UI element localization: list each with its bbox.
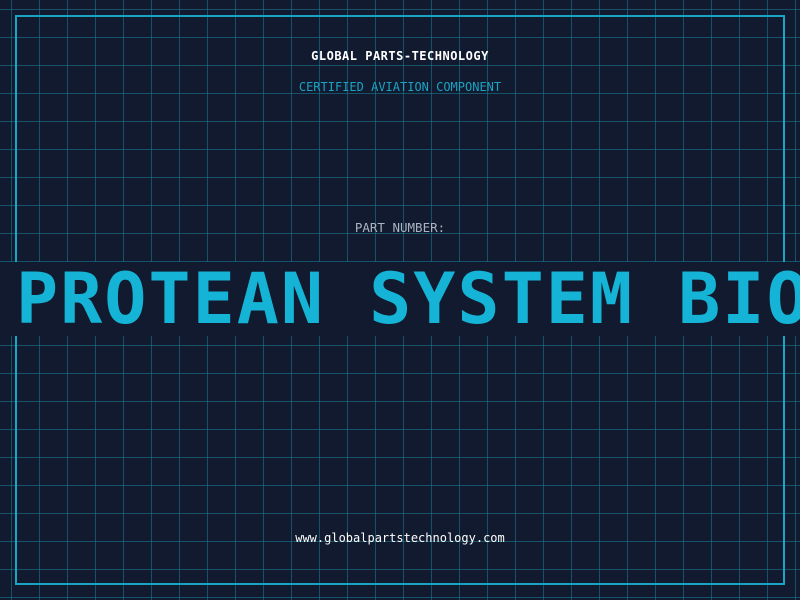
company-name: GLOBAL PARTS-TECHNOLOGY (311, 49, 489, 63)
part-number-label: PART NUMBER: (354, 220, 446, 235)
website-url[interactable]: www.globalpartstechnology.com (0, 531, 800, 545)
part-number-band: PROTEAN SYSTEM BIO (0, 262, 800, 336)
part-number-value: PROTEAN SYSTEM BIO (16, 262, 800, 336)
certificate-card: GLOBAL PARTS-TECHNOLOGY CERTIFIED AVIATI… (0, 0, 800, 600)
certification-subtitle: CERTIFIED AVIATION COMPONENT (298, 80, 502, 94)
